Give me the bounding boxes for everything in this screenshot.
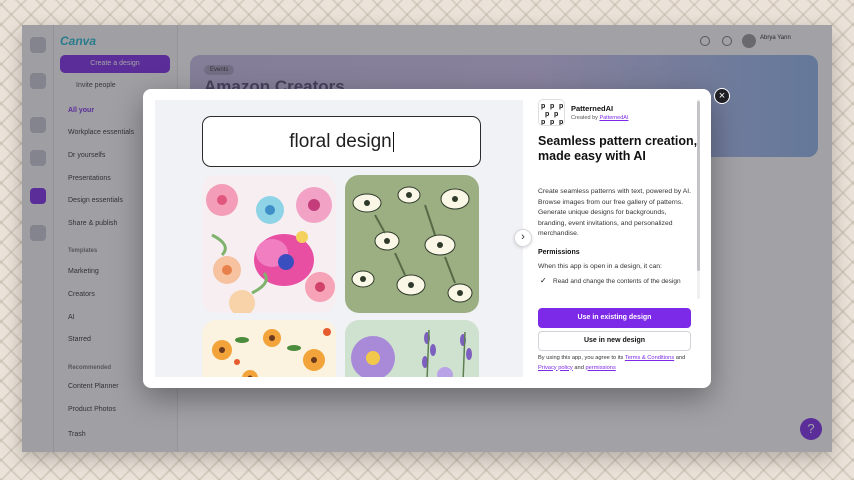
creator-prefix: Created by: [571, 115, 598, 121]
app-description: Create seamless patterns with text, powe…: [538, 188, 692, 238]
creator-link[interactable]: PatternedAI: [599, 115, 628, 121]
text-caret: [392, 131, 394, 152]
prompt-text: floral design: [289, 131, 392, 152]
legal-and-2: and: [574, 364, 584, 371]
check-icon: ✓: [540, 276, 547, 285]
permissions-intro: When this app is open in a design, it ca…: [538, 263, 662, 270]
pattern-thumbnail: [202, 175, 336, 313]
app-name: PatternedAI: [571, 104, 614, 113]
scrollbar-thumb[interactable]: [697, 101, 700, 271]
legal-and-1: and: [675, 355, 686, 361]
app-info-panel: ppp pp ppp PatternedAI Created by Patter…: [538, 99, 700, 378]
app-headline: Seamless pattern creation, made easy wit…: [538, 134, 698, 163]
legal-text: By using this app, you agree to its Term…: [538, 354, 698, 373]
pattern-thumbnail: [345, 175, 479, 313]
terms-link[interactable]: Terms & Conditions: [625, 355, 674, 361]
app-creator: Created by PatternedAI: [571, 115, 628, 121]
permission-item: Read and change the contents of the desi…: [553, 278, 681, 285]
svg-text:p: p: [550, 103, 554, 110]
chevron-right-icon[interactable]: ›: [514, 229, 532, 247]
pattern-thumbnail: [202, 320, 336, 377]
app-details-modal: floral design p p p p p p p p PatternedA…: [143, 89, 711, 388]
svg-text:p: p: [550, 119, 554, 126]
close-icon[interactable]: ×: [714, 88, 730, 104]
use-in-new-design-button[interactable]: Use in new design: [538, 331, 691, 351]
pattern-thumbnail: [345, 320, 479, 377]
privacy-policy-link[interactable]: Privacy policy: [538, 365, 573, 371]
legal-prefix: By using this app, you agree to its: [538, 355, 624, 361]
svg-text:p: p: [545, 111, 549, 118]
app-preview: floral design: [155, 100, 523, 377]
svg-text:p: p: [559, 103, 563, 110]
svg-text:p: p: [559, 119, 563, 126]
permissions-link[interactable]: permissions: [585, 365, 615, 371]
app-logo: ppp pp ppp: [538, 99, 565, 126]
permissions-heading: Permissions: [538, 249, 580, 256]
prompt-preview: floral design: [202, 116, 481, 167]
svg-text:p: p: [554, 111, 558, 118]
svg-text:p: p: [541, 103, 545, 110]
use-in-existing-design-button[interactable]: Use in existing design: [538, 308, 691, 328]
svg-text:p: p: [541, 119, 545, 126]
